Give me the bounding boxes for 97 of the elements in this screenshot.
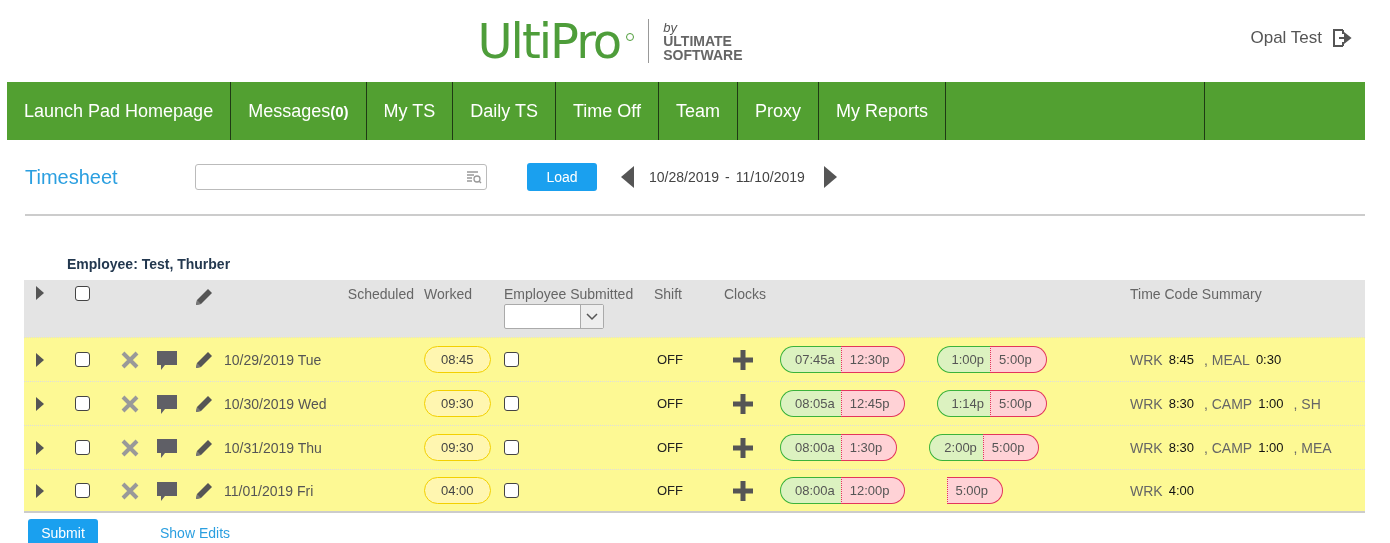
nav-tab[interactable]: Proxy <box>737 82 819 140</box>
date-cell: 10/30/2019 Wed <box>224 395 327 412</box>
time-code: WRK <box>1130 395 1163 412</box>
add-icon[interactable] <box>732 436 754 459</box>
show-edits-link[interactable]: Show Edits <box>160 525 231 541</box>
clock-in-time[interactable]: 08:00a <box>780 477 841 504</box>
close-icon[interactable] <box>120 437 140 458</box>
worked-hours: 09:30 <box>424 434 491 461</box>
shift-cell: OFF <box>657 440 683 455</box>
next-icon[interactable] <box>822 166 837 188</box>
date-range-separator: - <box>725 169 730 185</box>
column-header: Scheduled <box>347 286 414 302</box>
nav-tab[interactable]: Team <box>658 82 738 140</box>
logo-company: SOFTWARE <box>663 47 743 62</box>
time-code-hours: 8:30 <box>1168 440 1194 455</box>
time-code: , CAMP <box>1204 395 1253 412</box>
close-icon[interactable] <box>120 349 140 370</box>
column-header: Worked <box>424 286 472 302</box>
clock-out-time[interactable]: 12:00p <box>840 477 905 504</box>
time-code-hours: 1:00 <box>1258 440 1284 455</box>
clock-in-time[interactable]: 1:14p <box>936 390 991 417</box>
add-icon[interactable] <box>732 348 754 371</box>
clock-out-time[interactable]: 5:00p <box>982 434 1040 461</box>
worked-hours: 04:00 <box>424 477 491 504</box>
worked-hours: 08:45 <box>424 346 491 373</box>
checkbox[interactable] <box>504 352 519 367</box>
clock-in-time[interactable]: 1:00p <box>936 346 991 373</box>
column-header: Shift <box>654 286 682 302</box>
time-code: WRK <box>1130 482 1163 499</box>
shift-cell: OFF <box>657 483 683 498</box>
clock-in-time[interactable]: 07:45a <box>780 346 841 373</box>
clock-out-time[interactable]: 5:00p <box>990 346 1047 373</box>
checkbox[interactable] <box>504 483 519 498</box>
logo-company: ULTIMATE <box>663 33 733 48</box>
date-cell: 10/31/2019 Thu <box>224 439 322 456</box>
shift-cell: OFF <box>657 352 683 367</box>
logout-icon[interactable] <box>1330 26 1354 50</box>
nav-tab[interactable]: Time Off <box>555 82 659 140</box>
clock-out-time[interactable]: 5:00p <box>946 477 1004 504</box>
pencil-icon[interactable] <box>193 286 215 308</box>
time-code: WRK <box>1130 351 1163 368</box>
clock-out-time[interactable]: 12:30p <box>840 346 905 373</box>
time-code-hours: 1:00 <box>1258 396 1284 411</box>
time-code: , CAMP <box>1204 439 1253 456</box>
time-code-hours: 0:30 <box>1255 352 1282 367</box>
add-icon[interactable] <box>732 392 754 415</box>
clock-out-time[interactable]: 5:00p <box>990 390 1047 417</box>
date-cell: 10/29/2019 Tue <box>224 351 322 368</box>
checkbox[interactable] <box>75 352 90 367</box>
column-header: Clocks <box>724 286 766 302</box>
time-code-hours: 8:45 <box>1168 352 1194 367</box>
clock-out-time[interactable]: 12:45p <box>840 390 905 417</box>
checkbox[interactable] <box>75 440 90 455</box>
logo-wordmark: UltiPro <box>477 13 621 69</box>
page-title: Timesheet <box>25 165 119 189</box>
time-code: , SH <box>1293 395 1321 412</box>
expand-icon[interactable] <box>35 352 44 367</box>
clock-in-time[interactable]: 2:00p <box>929 434 983 461</box>
time-code: , MEA <box>1293 439 1332 456</box>
expand-icon[interactable] <box>35 440 44 455</box>
column-header: Time Code Summary <box>1130 286 1262 302</box>
expand-icon[interactable] <box>35 483 44 498</box>
lookup-icon[interactable] <box>466 170 482 184</box>
time-code: WRK <box>1130 439 1163 456</box>
worked-hours: 09:30 <box>424 390 491 417</box>
logo-byline: by <box>663 20 678 34</box>
nav-tab[interactable]: Daily TS <box>453 82 556 140</box>
time-code: , MEAL <box>1204 351 1250 368</box>
time-code-hours: 4:00 <box>1168 483 1194 498</box>
user-name[interactable]: Opal Test <box>1250 28 1322 48</box>
checkbox[interactable] <box>75 483 90 498</box>
time-code-hours: 8:30 <box>1168 396 1194 411</box>
shift-cell: OFF <box>657 396 683 411</box>
date-range-start: 10/28/2019 <box>649 169 720 185</box>
checkbox[interactable] <box>504 440 519 455</box>
close-icon[interactable] <box>120 393 140 414</box>
clock-in-time[interactable]: 08:00a <box>780 434 841 461</box>
add-icon[interactable] <box>732 479 754 502</box>
expand-icon[interactable] <box>35 396 44 411</box>
expand-icon[interactable] <box>35 286 44 300</box>
close-icon[interactable] <box>120 480 140 501</box>
date-range-end: 11/10/2019 <box>735 169 805 185</box>
clock-out-time[interactable]: 1:30p <box>840 434 898 461</box>
employee-label: Employee: Test, Thurber <box>67 256 232 274</box>
nav-tab[interactable]: Messages(0) <box>231 82 367 140</box>
checkbox[interactable] <box>504 396 519 411</box>
nav-tab[interactable]: Launch Pad Homepage <box>7 82 232 140</box>
checkbox[interactable] <box>75 286 90 301</box>
checkbox[interactable] <box>75 396 90 411</box>
chevron-down-icon <box>586 312 598 321</box>
search-field[interactable] <box>195 164 487 190</box>
clock-in-time[interactable]: 08:05a <box>780 390 841 417</box>
previous-icon[interactable] <box>621 166 635 188</box>
column-header: Employee Submitted <box>504 286 634 302</box>
date-cell: 11/01/2019 Fri <box>224 482 314 499</box>
nav-tab[interactable]: My TS <box>366 82 454 140</box>
nav-tab[interactable]: My Reports <box>818 82 946 140</box>
